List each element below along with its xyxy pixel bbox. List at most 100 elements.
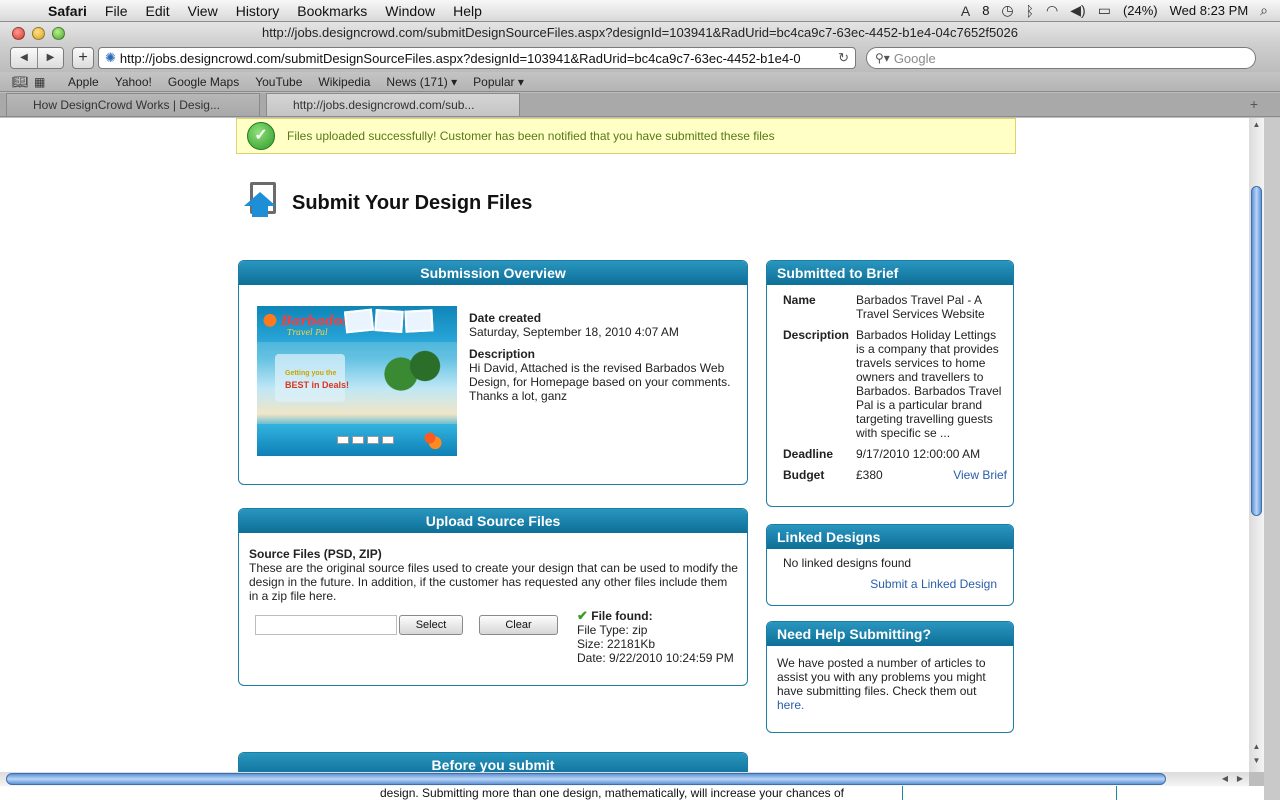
- bluetooth-icon[interactable]: ᛒ: [1026, 3, 1034, 19]
- menu-view[interactable]: View: [180, 3, 228, 19]
- panel-header: Before you submit: [239, 753, 747, 772]
- vertical-scrollbar[interactable]: ▲ ▲ ▼: [1249, 118, 1264, 772]
- adobe-icon[interactable]: A: [961, 3, 970, 19]
- bookmarks-bar: 📖︎ ▦ Apple Yahoo! Google Maps YouTube Wi…: [0, 72, 1280, 92]
- menu-edit[interactable]: Edit: [137, 3, 179, 19]
- reading-list-icon[interactable]: 📖︎: [12, 74, 34, 90]
- thumbnail-tagline: Getting you the: [285, 370, 337, 377]
- wifi-icon[interactable]: ◠: [1046, 2, 1058, 19]
- browser-toolbar: ◀ ▶ + ✺ http://jobs.designcrowd.com/subm…: [0, 44, 1280, 72]
- panel-header: Linked Designs: [767, 525, 1013, 549]
- menu-history[interactable]: History: [228, 3, 290, 19]
- address-input[interactable]: http://jobs.designcrowd.com/submitDesign…: [120, 51, 834, 66]
- file-type: File Type: zip: [577, 623, 648, 637]
- brief-description: Barbados Holiday Lettings is a company t…: [856, 328, 1002, 440]
- horizontal-scrollbar[interactable]: ◀ ▶: [0, 772, 1249, 786]
- no-linked-designs: No linked designs found: [783, 556, 912, 570]
- scroll-up-bottom-icon[interactable]: ▲: [1249, 742, 1264, 756]
- time-machine-icon[interactable]: ◷: [1001, 2, 1013, 19]
- panel-header: Need Help Submitting?: [767, 622, 1013, 646]
- bookmark-popular[interactable]: Popular ▾: [465, 75, 532, 89]
- file-path-input[interactable]: [255, 615, 397, 635]
- flower-icon: [417, 426, 443, 450]
- forward-button[interactable]: ▶: [37, 48, 63, 68]
- thumbnail-tagline-2: BEST in Deals!: [285, 380, 350, 390]
- bookmark-wikipedia[interactable]: Wikipedia: [310, 75, 378, 89]
- scroll-left-icon[interactable]: ◀: [1218, 772, 1232, 786]
- bookmark-youtube[interactable]: YouTube: [247, 75, 310, 89]
- menu-file[interactable]: File: [97, 3, 138, 19]
- overview-info: Date created Saturday, September 18, 201…: [469, 311, 739, 403]
- search-placeholder: Google: [893, 50, 936, 66]
- brief-row-name: Name Barbados Travel Pal - A Travel Serv…: [783, 293, 1007, 321]
- submit-linked-design-link[interactable]: Submit a Linked Design: [870, 577, 997, 591]
- submission-overview-panel: Submission Overview Barbados Travel Pal …: [238, 260, 748, 485]
- bookmark-google-maps[interactable]: Google Maps: [160, 75, 247, 89]
- bookmark-news[interactable]: News (171) ▾: [378, 75, 465, 89]
- checkmark-icon: ✓: [247, 122, 275, 150]
- check-icon: ✔: [577, 608, 588, 623]
- file-found-info: ✔ File found: File Type: zip Size: 22181…: [577, 608, 734, 666]
- file-found-label: File found:: [591, 609, 653, 623]
- tab-how-designcrowd-works[interactable]: How DesignCrowd Works | Desig...: [6, 93, 260, 116]
- scroll-up-icon[interactable]: ▲: [1249, 120, 1264, 134]
- horizontal-scroll-thumb[interactable]: [6, 773, 1166, 785]
- window-edge: [1264, 118, 1280, 800]
- source-files-title: Source Files (PSD, ZIP): [249, 547, 382, 561]
- bookmark-yahoo[interactable]: Yahoo!: [107, 75, 160, 89]
- panel-header: Submitted to Brief: [767, 261, 1013, 285]
- thumbnail-logo-sub: Travel Pal: [287, 328, 328, 337]
- volume-icon[interactable]: ◀): [1070, 2, 1085, 19]
- zoom-window-button[interactable]: [52, 27, 65, 40]
- vertical-scroll-thumb[interactable]: [1251, 186, 1262, 516]
- spotlight-icon[interactable]: ⌕: [1260, 2, 1268, 19]
- window-title: http://jobs.designcrowd.com/submitDesign…: [262, 25, 1018, 40]
- new-tab-icon[interactable]: +: [1250, 92, 1258, 116]
- clock[interactable]: Wed 8:23 PM: [1170, 3, 1249, 18]
- reload-icon[interactable]: ↻: [838, 50, 849, 66]
- brief-details: Name Barbados Travel Pal - A Travel Serv…: [783, 293, 1007, 489]
- nav-buttons: ◀ ▶: [10, 47, 64, 69]
- help-text: We have posted a number of articles to a…: [777, 656, 986, 712]
- brief-budget: £380: [856, 468, 883, 482]
- close-window-button[interactable]: [12, 27, 25, 40]
- panel-header: Upload Source Files: [239, 509, 747, 533]
- back-button[interactable]: ◀: [11, 48, 37, 68]
- menu-bar: Safari File Edit View History Bookmarks …: [0, 0, 1280, 22]
- minimize-window-button[interactable]: [32, 27, 45, 40]
- bottom-text: design. Submitting more than one design,…: [380, 786, 845, 800]
- page-header: Submit Your Design Files: [244, 180, 532, 226]
- window-title-bar: http://jobs.designcrowd.com/submitDesign…: [0, 22, 1280, 44]
- page-viewport: ✓ Files uploaded successfully! Customer …: [0, 118, 1249, 772]
- date-created-label: Date created: [469, 311, 542, 325]
- file-date: Date: 9/22/2010 10:24:59 PM: [577, 651, 734, 665]
- menu-safari[interactable]: Safari: [40, 3, 97, 19]
- menu-window[interactable]: Window: [377, 3, 445, 19]
- add-bookmark-button[interactable]: +: [72, 47, 94, 69]
- palm-tree-icon: [377, 342, 457, 422]
- design-thumbnail[interactable]: Barbados Travel Pal Getting you the BEST…: [257, 306, 457, 456]
- brief-row-description: Description Barbados Holiday Lettings is…: [783, 328, 1007, 440]
- search-icon: ⚲▾: [875, 51, 890, 65]
- tab-submit-source-files[interactable]: http://jobs.designcrowd.com/sub...: [266, 93, 520, 116]
- menu-help[interactable]: Help: [445, 3, 492, 19]
- linked-designs-panel: Linked Designs No linked designs found S…: [766, 524, 1014, 606]
- brief-name: Barbados Travel Pal - A Travel Services …: [856, 293, 985, 321]
- address-bar[interactable]: ✺ http://jobs.designcrowd.com/submitDesi…: [98, 47, 856, 69]
- success-alert: ✓ Files uploaded successfully! Customer …: [236, 118, 1016, 154]
- bookmark-apple[interactable]: Apple: [60, 75, 107, 89]
- view-brief-link[interactable]: View Brief: [953, 468, 1007, 482]
- hibiscus-icon: [261, 310, 279, 336]
- file-size: Size: 22181Kb: [577, 637, 656, 651]
- scroll-down-icon[interactable]: ▼: [1249, 756, 1264, 770]
- battery-icon[interactable]: ▭: [1098, 2, 1111, 19]
- clear-file-button[interactable]: Clear: [479, 615, 558, 635]
- help-here-link[interactable]: here.: [777, 698, 804, 712]
- menu-bookmarks[interactable]: Bookmarks: [289, 3, 377, 19]
- select-file-button[interactable]: Select: [399, 615, 463, 635]
- page-content-below: design. Submitting more than one design,…: [0, 786, 1264, 800]
- search-field[interactable]: ⚲▾ Google: [866, 47, 1256, 69]
- top-sites-icon[interactable]: ▦: [34, 75, 60, 89]
- scroll-right-icon[interactable]: ▶: [1233, 772, 1247, 786]
- success-message: Files uploaded successfully! Customer ha…: [287, 129, 775, 143]
